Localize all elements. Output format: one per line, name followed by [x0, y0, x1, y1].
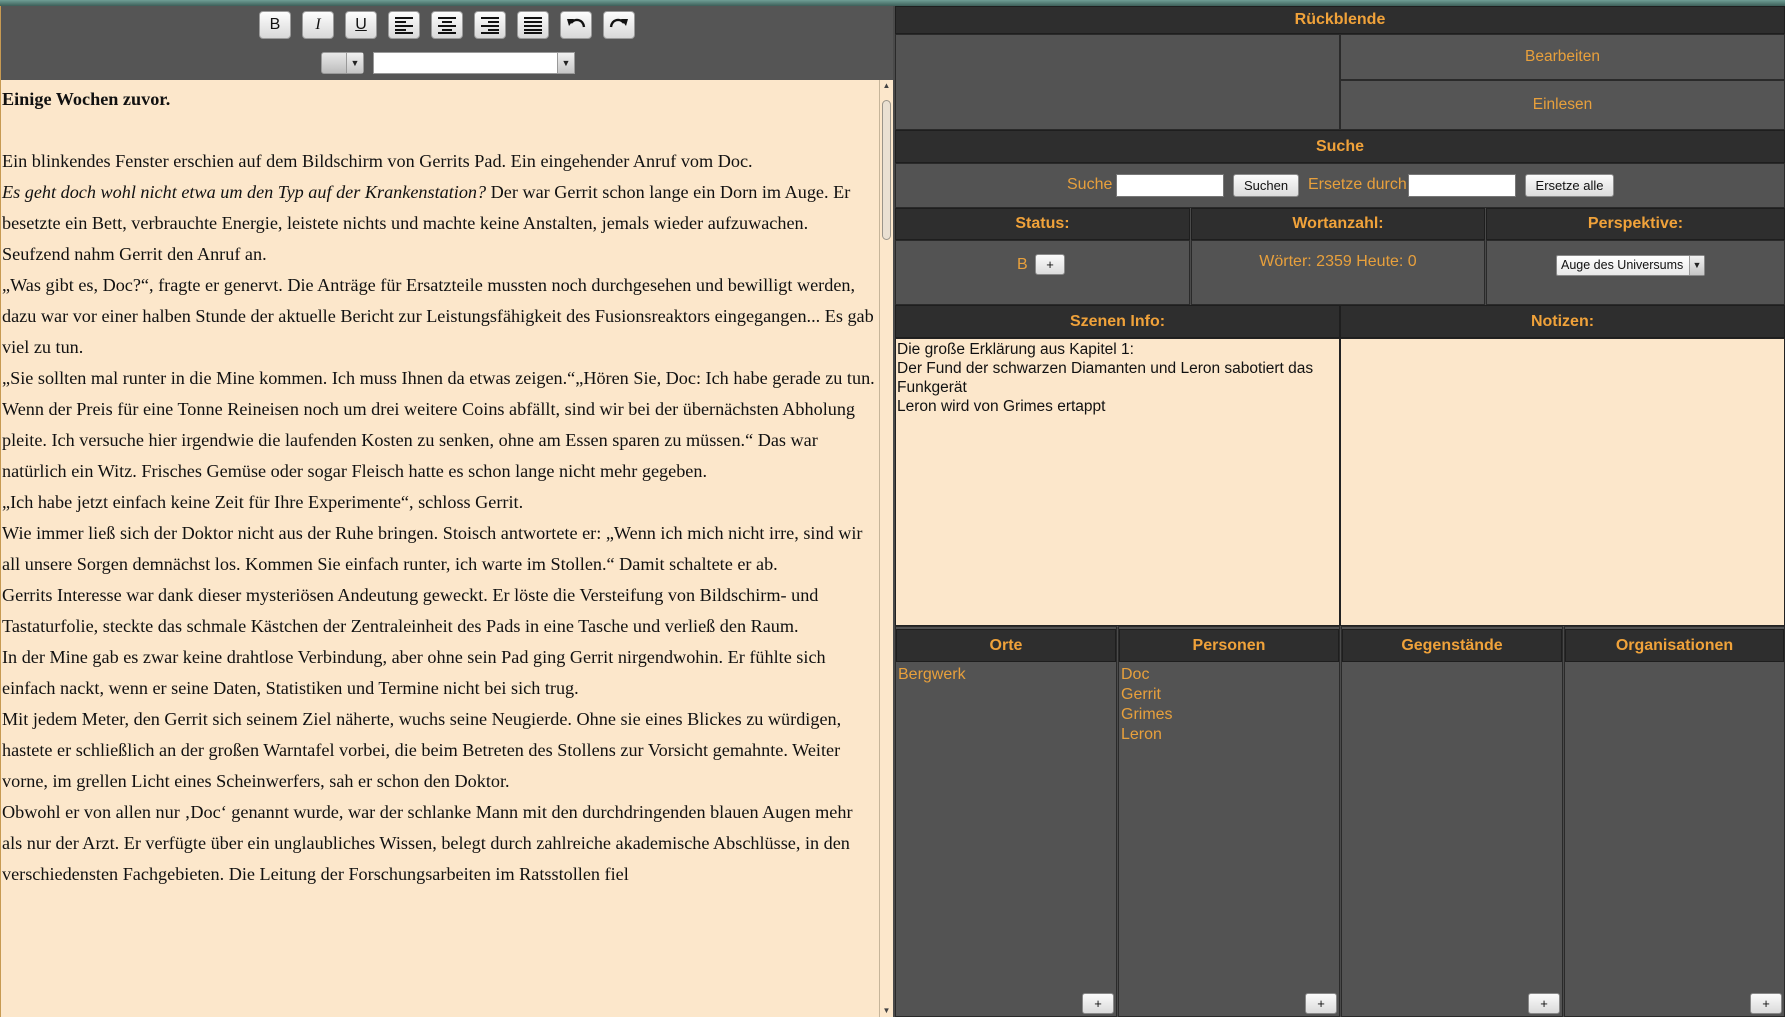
organisations-panel: Organisationen +: [1564, 626, 1785, 1017]
persons-list: Doc Gerrit Grimes Leron: [1121, 665, 1173, 745]
align-right-icon: [481, 17, 499, 34]
text-editor: B I U ▼ ▼ Einige Wochen zuvor. Ein blink…: [0, 6, 893, 1017]
status-panel: B +: [895, 240, 1190, 305]
align-center-icon: [438, 17, 456, 34]
align-center-button[interactable]: [431, 11, 463, 39]
replace-all-button[interactable]: Ersetze alle: [1525, 174, 1614, 197]
scene-info-textarea[interactable]: Die große Erklärung aus Kapitel 1: Der F…: [895, 338, 1340, 626]
read-in-button[interactable]: Einlesen: [1340, 80, 1785, 130]
places-header: Orte: [896, 629, 1116, 662]
add-person-button[interactable]: +: [1305, 993, 1337, 1014]
list-item[interactable]: Bergwerk: [898, 665, 966, 685]
places-panel: Orte Bergwerk +: [895, 626, 1117, 1017]
bold-button[interactable]: B: [259, 11, 291, 39]
add-organisation-button[interactable]: +: [1750, 993, 1782, 1014]
chevron-down-icon: ▼: [557, 53, 574, 73]
paragraph: Seufzend nahm Gerrit den Anruf an.: [2, 244, 267, 264]
paragraph: Gerrits Interesse war dank dieser myster…: [2, 585, 819, 636]
add-place-button[interactable]: +: [1082, 993, 1114, 1014]
scroll-up-arrow-icon[interactable]: ▲: [881, 80, 892, 92]
paragraph: In der Mine gab es zwar keine drahtlose …: [2, 647, 826, 698]
document-text-area[interactable]: Einige Wochen zuvor. Ein blinkendes Fens…: [1, 80, 879, 1017]
search-button[interactable]: Suchen: [1233, 174, 1299, 197]
organisations-header: Organisationen: [1565, 629, 1784, 662]
list-item[interactable]: Leron: [1121, 725, 1173, 745]
italic-icon: I: [315, 16, 321, 33]
replace-label: Ersetze durch: [1308, 176, 1407, 193]
justify-icon: [524, 17, 542, 34]
paragraph: Mit jedem Meter, den Gerrit sich seinem …: [2, 709, 842, 791]
align-left-button[interactable]: [388, 11, 420, 39]
scene-info-line: Der Fund der schwarzen Diamanten und Ler…: [897, 360, 1314, 396]
list-item[interactable]: Gerrit: [1121, 685, 1173, 705]
notes-textarea[interactable]: [1340, 338, 1785, 626]
status-header: Status:: [895, 208, 1190, 240]
scene-info-header: Szenen Info:: [895, 305, 1340, 338]
edit-button[interactable]: Bearbeiten: [1340, 34, 1785, 80]
undo-button[interactable]: [560, 11, 592, 39]
paragraph: Obwohl er von allen nur ‚Doc‘ genannt wu…: [2, 802, 853, 884]
add-status-button[interactable]: +: [1035, 254, 1065, 275]
chevron-down-icon: ▼: [346, 53, 363, 73]
search-label: Suche: [1067, 176, 1113, 193]
search-input[interactable]: [1116, 174, 1224, 197]
list-item[interactable]: Grimes: [1121, 705, 1173, 725]
replace-input[interactable]: [1408, 174, 1516, 197]
search-panel: Suche Suchen Ersetze durch Ersetze alle: [895, 163, 1785, 208]
document-heading: Einige Wochen zuvor.: [2, 89, 171, 109]
notes-header: Notizen:: [1340, 305, 1785, 338]
align-right-button[interactable]: [474, 11, 506, 39]
perspective-header: Perspektive:: [1486, 208, 1785, 240]
italic-button[interactable]: I: [302, 11, 334, 39]
bold-icon: B: [269, 16, 281, 33]
perspective-panel: Auge des Universums ▼: [1486, 240, 1785, 305]
wordcount-header: Wortanzahl:: [1191, 208, 1485, 240]
rueckblende-header: Rückblende: [895, 6, 1785, 34]
undo-icon: [567, 18, 586, 28]
objects-header: Gegenstände: [1342, 629, 1562, 662]
side-panel: Rückblende Bearbeiten Einlesen Suche Suc…: [893, 6, 1785, 1017]
objects-panel: Gegenstände +: [1341, 626, 1563, 1017]
paragraph: „Ich habe jetzt einfach keine Zeit für I…: [2, 492, 524, 512]
redo-icon: [609, 18, 628, 28]
persons-panel: Personen Doc Gerrit Grimes Leron +: [1118, 626, 1340, 1017]
persons-header: Personen: [1119, 629, 1339, 662]
underline-button[interactable]: U: [345, 11, 377, 39]
scroll-thumb[interactable]: [882, 100, 891, 240]
justify-button[interactable]: [517, 11, 549, 39]
font-size-select[interactable]: ▼: [321, 52, 364, 74]
wordcount-panel: Wörter: 2359 Heute: 0: [1191, 240, 1485, 305]
places-list: Bergwerk: [898, 665, 966, 685]
paragraph: „Sie sollten mal runter in die Mine komm…: [2, 368, 875, 481]
font-family-select[interactable]: ▼: [373, 52, 575, 74]
italic-thought: Es geht doch wohl nicht etwa um den Typ …: [2, 182, 487, 202]
add-object-button[interactable]: +: [1528, 993, 1560, 1014]
align-left-icon: [395, 17, 413, 34]
underline-icon: U: [355, 16, 367, 33]
chevron-down-icon: ▼: [1689, 256, 1704, 275]
paragraph: Wie immer ließ sich der Doktor nicht aus…: [2, 523, 863, 574]
scroll-down-arrow-icon[interactable]: ▼: [881, 1005, 892, 1017]
paragraph: „Was gibt es, Doc?“, fragte er genervt. …: [2, 275, 874, 357]
rueckblende-preview: [895, 34, 1340, 130]
paragraph: Es geht doch wohl nicht etwa um den Typ …: [2, 182, 851, 233]
document-scrollbar[interactable]: ▲ ▼: [879, 80, 893, 1017]
redo-button[interactable]: [603, 11, 635, 39]
paragraph: Ein blinkendes Fenster erschien auf dem …: [2, 151, 753, 171]
search-header: Suche: [895, 130, 1785, 163]
scene-info-line: Leron wird von Grimes ertappt: [897, 398, 1106, 415]
status-value: B: [1017, 256, 1028, 273]
scene-info-line: Die große Erklärung aus Kapitel 1:: [897, 341, 1134, 358]
editor-toolbar: B I U ▼ ▼: [1, 6, 893, 80]
list-item[interactable]: Doc: [1121, 665, 1173, 685]
perspective-select[interactable]: Auge des Universums ▼: [1556, 255, 1705, 276]
wordcount-text: Wörter: 2359 Heute: 0: [1259, 253, 1417, 270]
